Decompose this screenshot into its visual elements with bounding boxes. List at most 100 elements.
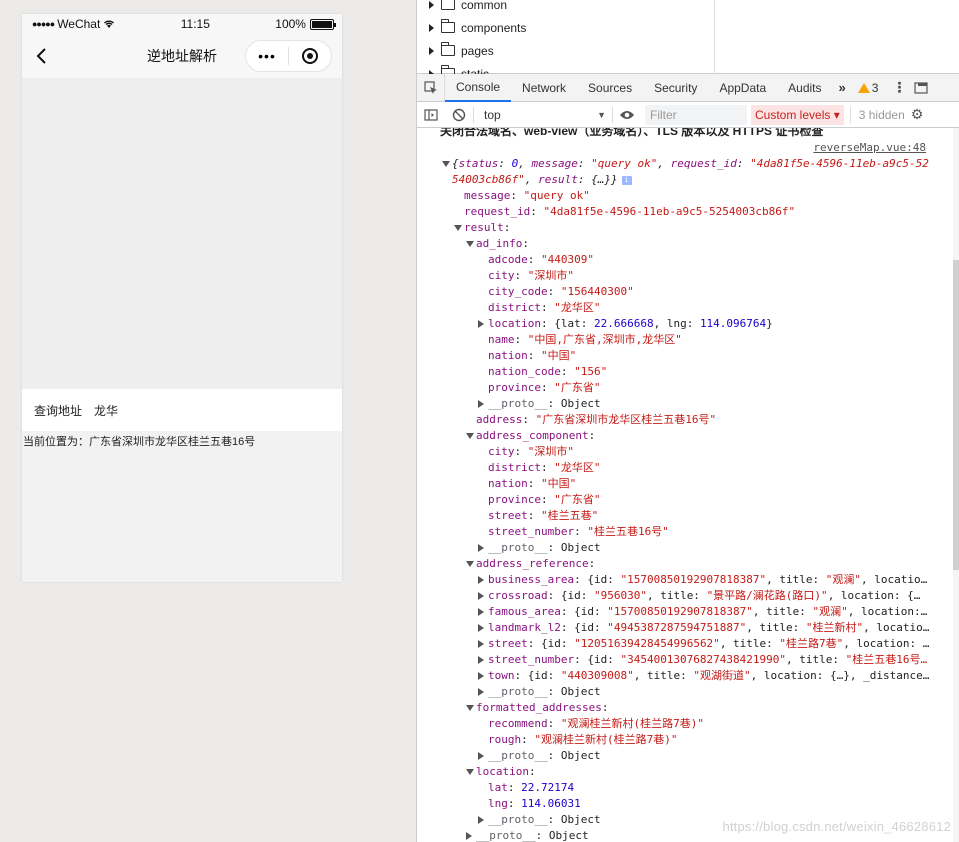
expand-triangle-icon[interactable] <box>429 23 434 32</box>
console-line[interactable]: address_component: <box>417 428 959 444</box>
console-token: __proto__ <box>488 749 548 762</box>
file-tree-folder[interactable]: pages <box>417 39 714 62</box>
console-line[interactable]: ad_info: <box>417 236 959 252</box>
console-token: district <box>488 461 541 474</box>
collapse-caret-icon[interactable] <box>466 433 474 439</box>
console-token: : <box>498 157 512 170</box>
kebab-menu-icon[interactable]: ⋮ <box>884 79 914 96</box>
console-line: message: "query ok" <box>417 188 959 204</box>
collapse-caret-icon[interactable] <box>442 161 450 167</box>
tab-console[interactable]: Console <box>445 73 512 102</box>
console-line[interactable]: street: {id: "12051639428454996562", tit… <box>417 636 959 652</box>
warnings-badge[interactable]: 3 <box>852 81 885 95</box>
collapse-caret-icon[interactable] <box>466 241 474 247</box>
expand-caret-icon[interactable] <box>466 832 472 840</box>
collapse-caret-icon[interactable] <box>466 561 474 567</box>
expand-caret-icon[interactable] <box>478 624 484 632</box>
dock-icon[interactable] <box>914 81 929 94</box>
file-tree-folder[interactable]: components <box>417 16 714 39</box>
console-line[interactable]: street_number: {id: "3454001307682743842… <box>417 652 959 668</box>
console-token: "中国" <box>541 349 577 362</box>
expand-caret-icon[interactable] <box>478 816 484 824</box>
console-line[interactable]: {status: 0, message: "query ok", request… <box>417 156 959 172</box>
collapse-caret-icon[interactable] <box>466 705 474 711</box>
console-token: "query ok" <box>591 157 658 170</box>
console-token: : {id: <box>574 573 621 586</box>
tab-appdata[interactable]: AppData <box>708 74 777 102</box>
console-line[interactable]: landmark_l2: {id: "4945387287594751887",… <box>417 620 959 636</box>
console-token: crossroad <box>488 589 548 602</box>
back-arrow-icon[interactable] <box>32 46 52 66</box>
expand-triangle-icon[interactable] <box>429 46 434 55</box>
toggle-sidebar-button[interactable] <box>417 102 445 128</box>
inspect-element-button[interactable] <box>417 73 445 102</box>
expand-caret-icon[interactable] <box>478 608 484 616</box>
console-token: "4945387287594751887" <box>607 621 747 634</box>
expand-caret-icon[interactable] <box>478 640 484 648</box>
console-token: __proto__ <box>476 829 536 842</box>
inspect-cursor-icon <box>423 80 437 94</box>
tab-sources[interactable]: Sources <box>577 74 643 102</box>
settings-gear-icon[interactable]: ⚙ <box>911 106 924 123</box>
more-menu-button[interactable]: ••• <box>246 41 288 71</box>
console-line[interactable]: __proto__: Object <box>417 396 959 412</box>
expand-caret-icon[interactable] <box>478 592 484 600</box>
console-line[interactable]: __proto__: Object <box>417 684 959 700</box>
console-token: "440309" <box>541 253 594 266</box>
console-line: nation: "中国" <box>417 348 959 364</box>
tab-network[interactable]: Network <box>511 74 577 102</box>
console-token: , title: <box>786 653 846 666</box>
console-line[interactable]: result: <box>417 220 959 236</box>
console-token: "桂兰五巷" <box>541 509 599 522</box>
context-select[interactable]: top ▼ <box>478 105 612 125</box>
console-output[interactable]: 关闭合法域名、web-view（业务域名）、TLS 版本以及 HTTPS 证书检… <box>417 128 959 842</box>
collapse-caret-icon[interactable] <box>454 225 462 231</box>
address-query-input[interactable] <box>94 403 275 417</box>
expand-caret-icon[interactable] <box>478 544 484 552</box>
console-token: "12051639428454996562" <box>574 637 720 650</box>
console-line[interactable]: business_area: {id: "1570085019290781838… <box>417 572 959 588</box>
console-line: nation_code: "156" <box>417 364 959 380</box>
expand-triangle-icon[interactable] <box>429 0 434 9</box>
console-token: , location: … <box>843 637 930 650</box>
console-token: , <box>657 157 671 170</box>
console-line[interactable]: location: {lat: 22.666668, lng: 114.0967… <box>417 316 959 332</box>
console-token: __proto__ <box>488 813 548 826</box>
file-tree-folder[interactable]: common <box>417 0 714 16</box>
console-token: : <box>547 285 561 298</box>
info-icon[interactable]: i <box>621 175 632 185</box>
filter-input[interactable] <box>645 104 747 125</box>
console-line[interactable]: crossroad: {id: "956030", title: "景平路/澜花… <box>417 588 959 604</box>
source-link[interactable]: reverseMap.vue:48 <box>417 140 959 156</box>
file-tree-folder[interactable]: static <box>417 62 714 74</box>
console-line[interactable]: location: <box>417 764 959 780</box>
console-line[interactable]: famous_area: {id: "15700850192907818387"… <box>417 604 959 620</box>
console-line[interactable]: __proto__: Object <box>417 540 959 556</box>
console-line: address: "广东省深圳市龙华区桂兰五巷16号" <box>417 412 959 428</box>
console-scrollbar-thumb[interactable] <box>953 260 959 570</box>
live-expression-button[interactable] <box>613 102 641 128</box>
expand-caret-icon[interactable] <box>478 672 484 680</box>
console-token: "956030" <box>593 589 647 602</box>
tab-audits[interactable]: Audits <box>777 74 832 102</box>
more-tabs-button[interactable]: » <box>833 80 852 95</box>
expand-caret-icon[interactable] <box>478 688 484 696</box>
map-area[interactable] <box>22 78 342 389</box>
console-line[interactable]: town: {id: "440309008", title: "观湖街道", l… <box>417 668 959 684</box>
log-levels-dropdown[interactable]: Custom levels ▾ <box>751 104 844 125</box>
clear-console-button[interactable] <box>445 102 473 128</box>
console-line: lat: 22.72174 <box>417 780 959 796</box>
tab-security[interactable]: Security <box>643 74 708 102</box>
close-miniprogram-button[interactable] <box>289 41 331 71</box>
expand-caret-icon[interactable] <box>478 400 484 408</box>
expand-caret-icon[interactable] <box>478 576 484 584</box>
expand-caret-icon[interactable] <box>478 752 484 760</box>
console-line[interactable]: __proto__: Object <box>417 748 959 764</box>
sidebar-toggle-icon <box>424 108 438 121</box>
console-token: : <box>560 365 575 378</box>
console-line[interactable]: address_reference: <box>417 556 959 572</box>
expand-caret-icon[interactable] <box>478 656 484 664</box>
expand-caret-icon[interactable] <box>478 320 484 328</box>
console-line[interactable]: formatted_addresses: <box>417 700 959 716</box>
collapse-caret-icon[interactable] <box>466 769 474 775</box>
